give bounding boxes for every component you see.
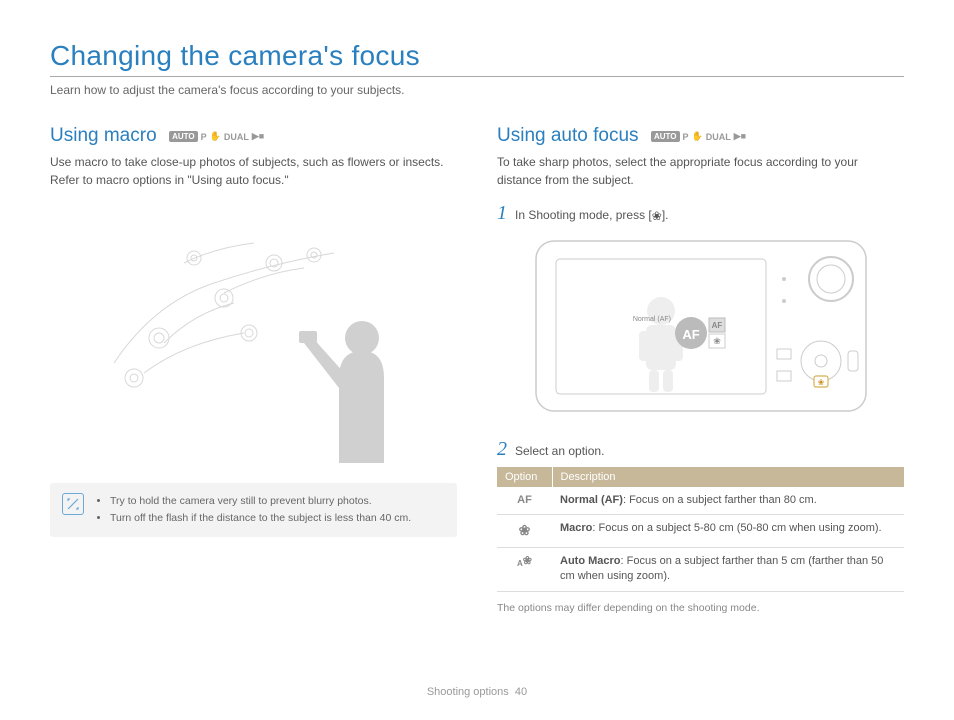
focus-options-table: Option Description AF Normal (AF): Focus… <box>497 467 904 592</box>
video-mode-icon: ▶■ <box>252 131 264 142</box>
hand-mode-icon: ✋ <box>210 131 221 142</box>
note-icon <box>62 493 84 515</box>
hand-mode-icon: ✋ <box>692 131 703 142</box>
page-footer: Shooting options 40 <box>0 686 954 698</box>
section-heading-autofocus: Using auto focus <box>497 125 639 147</box>
step-1-text-suffix: ]. <box>662 208 669 222</box>
mode-icons-left: AUTO P ✋ DUAL ▶■ <box>169 131 264 142</box>
step-1-text-prefix: In Shooting mode, press [ <box>515 208 652 222</box>
dual-mode-icon: DUAL <box>706 132 731 142</box>
auto-mode-icon: AUTO <box>651 131 680 142</box>
page-title: Changing the camera's focus <box>50 40 904 77</box>
option-desc: : Focus on a subject farther than 80 cm. <box>623 494 817 506</box>
option-icon-af: AF <box>497 487 552 515</box>
page-subtitle: Learn how to adjust the camera's focus a… <box>50 83 904 97</box>
tip-item-1: Try to hold the camera very still to pre… <box>110 493 411 510</box>
option-name: Auto Macro <box>560 555 621 567</box>
right-column: Using auto focus AUTO P ✋ DUAL ▶■ To tak… <box>497 125 904 614</box>
macro-intro: Use macro to take close-up photos of sub… <box>50 153 457 189</box>
table-row: AF Normal (AF): Focus on a subject farth… <box>497 487 904 515</box>
section-heading-macro: Using macro <box>50 125 157 147</box>
step-number-1: 1 <box>497 203 507 223</box>
table-row: A❀ Auto Macro: Focus on a subject farthe… <box>497 547 904 591</box>
step-number-2: 2 <box>497 439 507 459</box>
macro-button-icon: ❀ <box>652 209 662 223</box>
th-description: Description <box>552 467 904 487</box>
p-mode-icon: P <box>201 132 207 142</box>
dual-mode-icon: DUAL <box>224 132 249 142</box>
svg-text:❀: ❀ <box>713 336 721 346</box>
step-1: 1 In Shooting mode, press [❀]. <box>497 203 904 223</box>
svg-text:❀: ❀ <box>817 378 824 387</box>
svg-text:AF: AF <box>711 321 722 330</box>
footer-page-number: 40 <box>515 686 527 698</box>
option-icon-macro: ❀ <box>497 515 552 548</box>
step-2: 2 Select an option. <box>497 439 904 459</box>
option-desc: : Focus on a subject 5-80 cm (50-80 cm w… <box>592 522 881 534</box>
step-2-text: Select an option. <box>515 444 604 458</box>
screen-mode-label: Normal (AF) <box>632 316 670 323</box>
auto-mode-icon: AUTO <box>169 131 198 142</box>
option-name: Macro <box>560 522 592 534</box>
video-mode-icon: ▶■ <box>734 131 746 142</box>
mode-icons-right: AUTO P ✋ DUAL ▶■ <box>651 131 746 142</box>
table-row: ❀ Macro: Focus on a subject 5-80 cm (50-… <box>497 515 904 548</box>
svg-text:AF: AF <box>682 327 699 342</box>
tip-item-2: Turn off the flash if the distance to th… <box>110 510 411 527</box>
left-column: Using macro AUTO P ✋ DUAL ▶■ Use macro t… <box>50 125 457 614</box>
table-footnote: The options may differ depending on the … <box>497 602 904 614</box>
option-icon-automacro: A❀ <box>497 547 552 591</box>
p-mode-icon: P <box>683 132 689 142</box>
macro-illustration <box>50 203 457 463</box>
camera-illustration: AF Normal (AF) AF ❀ ❀ <box>497 231 904 421</box>
footer-section: Shooting options <box>427 686 509 698</box>
option-name: Normal (AF) <box>560 494 623 506</box>
tip-box: Try to hold the camera very still to pre… <box>50 483 457 537</box>
autofocus-intro: To take sharp photos, select the appropr… <box>497 153 904 189</box>
th-option: Option <box>497 467 552 487</box>
